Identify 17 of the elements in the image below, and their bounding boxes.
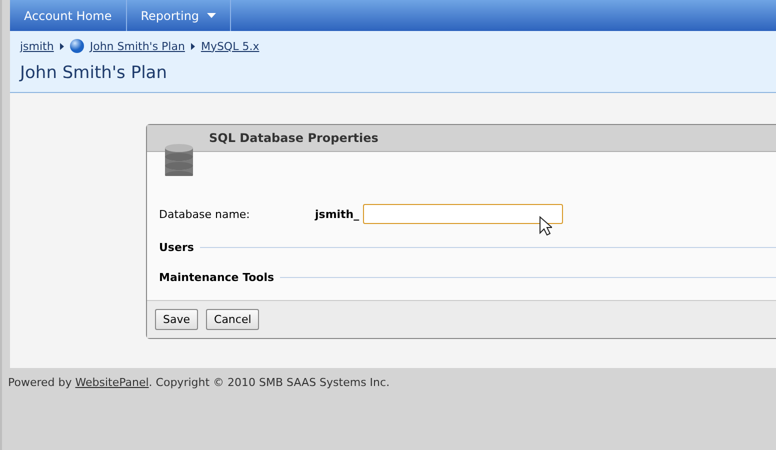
database-name-field[interactable] — [363, 204, 564, 224]
dialog-title: SQL Database Properties — [147, 125, 776, 152]
breadcrumb-link[interactable]: jsmith — [20, 40, 54, 52]
breadcrumb-link[interactable]: MySQL 5.x — [200, 40, 260, 52]
breadcrumb-link[interactable]: John Smith's Plan — [90, 40, 185, 52]
section-heading[interactable]: Maintenance Tools — [159, 271, 274, 284]
footer-text: Powered by WebsitePanel. Copyright © 2010 SMB SAAS Systems Inc. — [7, 375, 391, 389]
dialog-button[interactable]: Save — [155, 309, 198, 330]
chevron-icon — [60, 42, 64, 50]
section-heading[interactable]: Users — [159, 241, 194, 254]
field-label: Database name: — [159, 208, 251, 220]
cursor-icon — [539, 216, 552, 236]
chevron-icon — [190, 42, 195, 50]
dialog-button[interactable]: Cancel — [206, 309, 260, 330]
footer-link[interactable]: WebsitePanel — [75, 376, 149, 389]
page-title: John Smith's Plan — [20, 63, 168, 83]
name-prefix: jsmith_ — [315, 208, 360, 220]
